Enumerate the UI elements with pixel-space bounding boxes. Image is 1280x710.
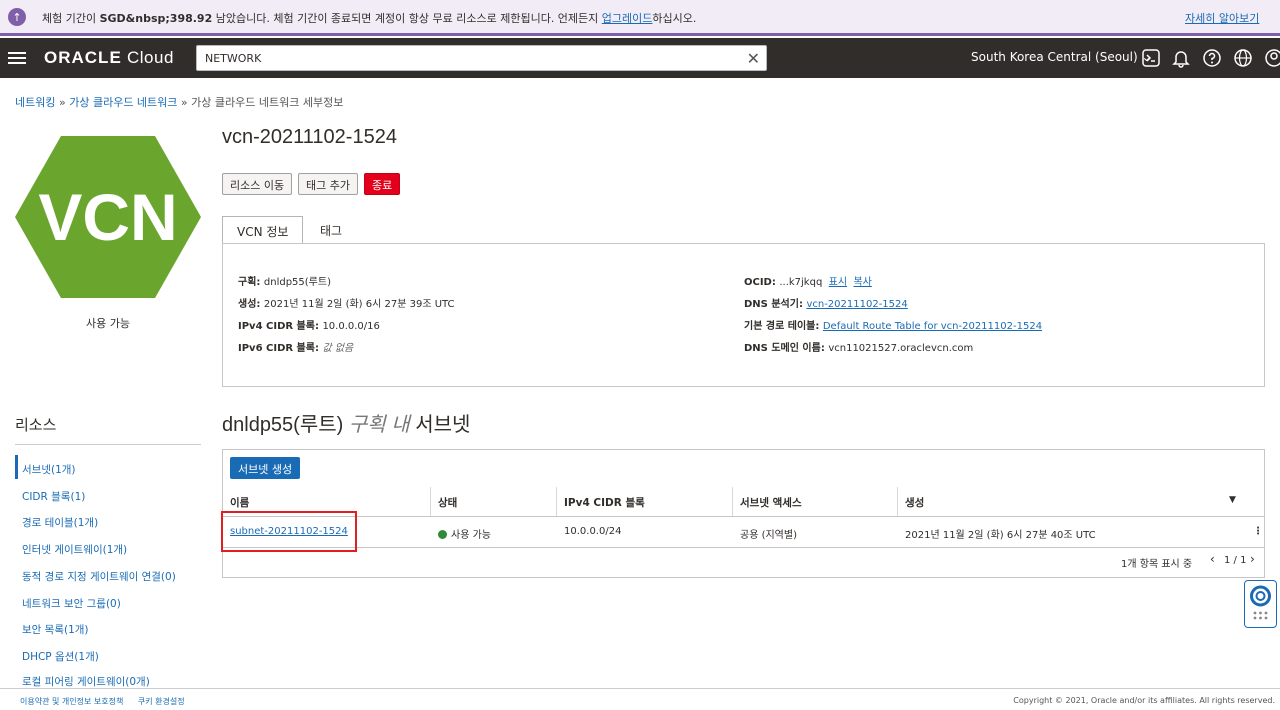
tab-vcn-info[interactable]: VCN 정보 (222, 216, 304, 244)
col-header-created[interactable]: 생성 (905, 495, 924, 510)
created-row: 생성: 2021년 11월 2일 (화) 6시 27분 39조 UTC (238, 299, 455, 310)
trial-message: 체험 기간이 SGD&nbsp;398.92 남았습니다. 체험 기간이 종료되… (42, 12, 697, 25)
ocid-copy-link[interactable]: 복사 (853, 277, 871, 288)
terms-link[interactable]: 이용약관 및 개인정보 보호정책 (20, 697, 123, 706)
col-header-cidr[interactable]: IPv4 CIDR 블록 (564, 495, 645, 510)
col-header-state[interactable]: 상태 (438, 495, 457, 510)
trial-banner: ↑ 체험 기간이 SGD&nbsp;398.92 남았습니다. 체험 기간이 종… (0, 0, 1280, 36)
col-separator (430, 487, 431, 517)
row-actions-kebab-icon[interactable]: ⋮ (1253, 526, 1263, 537)
route-table-link[interactable]: Default Route Table for vcn-20211102-152… (823, 321, 1042, 332)
table-row-divider (223, 547, 1264, 548)
sidebar-item-subnets[interactable]: 서브넷(1개) (22, 462, 76, 477)
vcn-info-panel (222, 243, 1265, 387)
table-header-divider (223, 516, 1264, 517)
tab-tags[interactable]: 태그 (306, 216, 356, 244)
status-dot-icon (438, 530, 447, 539)
notification-bell-icon[interactable] (1171, 48, 1191, 68)
globe-language-icon[interactable] (1233, 48, 1253, 68)
breadcrumb-vcn-list[interactable]: 가상 클라우드 네트워크 (69, 96, 177, 109)
sidebar-item-local-peering[interactable]: 로컬 피어링 게이트웨이(0개) (22, 674, 150, 689)
clear-search-icon[interactable]: ✕ (747, 49, 760, 68)
top-nav-bar: ORACLE Cloud NETWORK ✕ South Korea Centr… (0, 38, 1280, 78)
vcn-hexagon-icon: VCN (15, 136, 201, 298)
sidebar-item-security-lists[interactable]: 보안 목록(1개) (22, 622, 89, 637)
sidebar-item-drg-attachments[interactable]: 동적 경로 지정 게이트웨이 연결(0) (22, 569, 176, 584)
terminate-button[interactable]: 종료 (364, 173, 401, 195)
compartment-row: 구획: dnldp55(루트) (238, 277, 331, 288)
sidebar-item-internet-gateways[interactable]: 인터넷 게이트웨이(1개) (22, 542, 127, 557)
dns-domain-row: DNS 도메인 이름: vcn11021527.oraclevcn.com (744, 343, 974, 354)
add-tag-button[interactable]: 태그 추가 (298, 173, 358, 195)
col-separator (556, 487, 557, 517)
search-input[interactable]: NETWORK ✕ (196, 45, 767, 71)
col-separator (732, 487, 733, 517)
pager-page: 1 / 1 (1224, 555, 1247, 566)
resources-divider (15, 444, 201, 445)
breadcrumb-current: 가상 클라우드 네트워크 세부정보 (191, 96, 344, 109)
ocid-show-link[interactable]: 표시 (829, 277, 847, 288)
breadcrumb-networking[interactable]: 네트워킹 (15, 96, 55, 109)
sidebar-item-route-tables[interactable]: 경로 테이블(1개) (22, 515, 98, 530)
oracle-cloud-logo[interactable]: ORACLE Cloud (44, 48, 174, 68)
create-subnet-button[interactable]: 서브넷 생성 (230, 457, 301, 479)
subnets-table-panel (222, 449, 1265, 578)
subnets-heading: dnldp55(루트) 구획 내 서브넷 (222, 414, 471, 436)
ipv6-cidr-row: IPv6 CIDR 블록: 값 없음 (238, 343, 354, 354)
resources-heading: 리소스 (15, 417, 57, 434)
sort-caret-icon[interactable]: ▼ (1229, 495, 1236, 505)
page-footer: 이용약관 및 개인정보 보호정책 쿠키 환경설정 Copyright © 202… (0, 688, 1280, 710)
dns-resolver-link[interactable]: vcn-20211102-1524 (806, 299, 907, 310)
cookie-preferences-link[interactable]: 쿠키 환경설정 (138, 697, 185, 706)
menu-icon[interactable] (8, 52, 26, 64)
move-resource-button[interactable]: 리소스 이동 (222, 173, 293, 195)
lifebuoy-icon (1250, 585, 1271, 620)
pager-count: 1개 항목 표시 중 (1121, 559, 1193, 570)
sidebar-item-nsg[interactable]: 네트워크 보안 그룹(0) (22, 596, 121, 611)
subnet-access-cell: 공용 (지역별) (740, 530, 797, 541)
cloud-shell-icon[interactable] (1141, 48, 1161, 68)
trial-credit-amount: SGD&nbsp;398.92 (99, 12, 213, 25)
subnet-cidr-cell: 10.0.0.0/24 (564, 526, 622, 537)
pager-prev-icon[interactable]: ‹ (1210, 552, 1215, 566)
pager-next-icon[interactable]: › (1250, 552, 1255, 566)
upgrade-arrow-icon: ↑ (8, 8, 26, 26)
dns-resolver-row: DNS 분석기: vcn-20211102-1524 (744, 299, 908, 310)
subnet-created-cell: 2021년 11월 2일 (화) 6시 27분 40조 UTC (905, 530, 1096, 541)
col-header-name[interactable]: 이름 (230, 495, 249, 510)
vcn-icon-text: VCN (38, 180, 177, 254)
help-widget[interactable] (1244, 580, 1277, 628)
upgrade-link[interactable]: 업그레이드 (602, 12, 653, 25)
ocid-row: OCID: ...k7jkqq 표시 복사 (744, 277, 872, 288)
subnet-state-cell: 사용 가능 (438, 526, 491, 541)
profile-avatar-icon[interactable] (1264, 48, 1280, 68)
copyright-text: Copyright © 2021, Oracle and/or its affi… (1013, 696, 1275, 705)
subnet-highlight-box (221, 511, 357, 552)
help-icon[interactable] (1202, 48, 1222, 68)
active-indicator (15, 455, 18, 479)
route-table-row: 기본 경로 테이블: Default Route Table for vcn-2… (744, 321, 1043, 332)
ipv4-cidr-row: IPv4 CIDR 블록: 10.0.0.0/16 (238, 321, 380, 332)
sidebar-item-cidr-blocks[interactable]: CIDR 블록(1) (22, 489, 85, 504)
col-header-access[interactable]: 서브넷 액세스 (740, 495, 802, 510)
page-title: vcn-20211102-1524 (222, 126, 397, 148)
region-selector[interactable]: South Korea Central (Seoul) ⌄ (971, 50, 1152, 64)
breadcrumb: 네트워킹 » 가상 클라우드 네트워크 » 가상 클라우드 네트워크 세부정보 (15, 96, 344, 109)
learn-more-link[interactable]: 자세히 알아보기 (1185, 10, 1259, 26)
sidebar-item-dhcp-options[interactable]: DHCP 옵션(1개) (22, 649, 99, 664)
col-separator (897, 487, 898, 517)
vcn-status-label: 사용 가능 (86, 317, 130, 330)
